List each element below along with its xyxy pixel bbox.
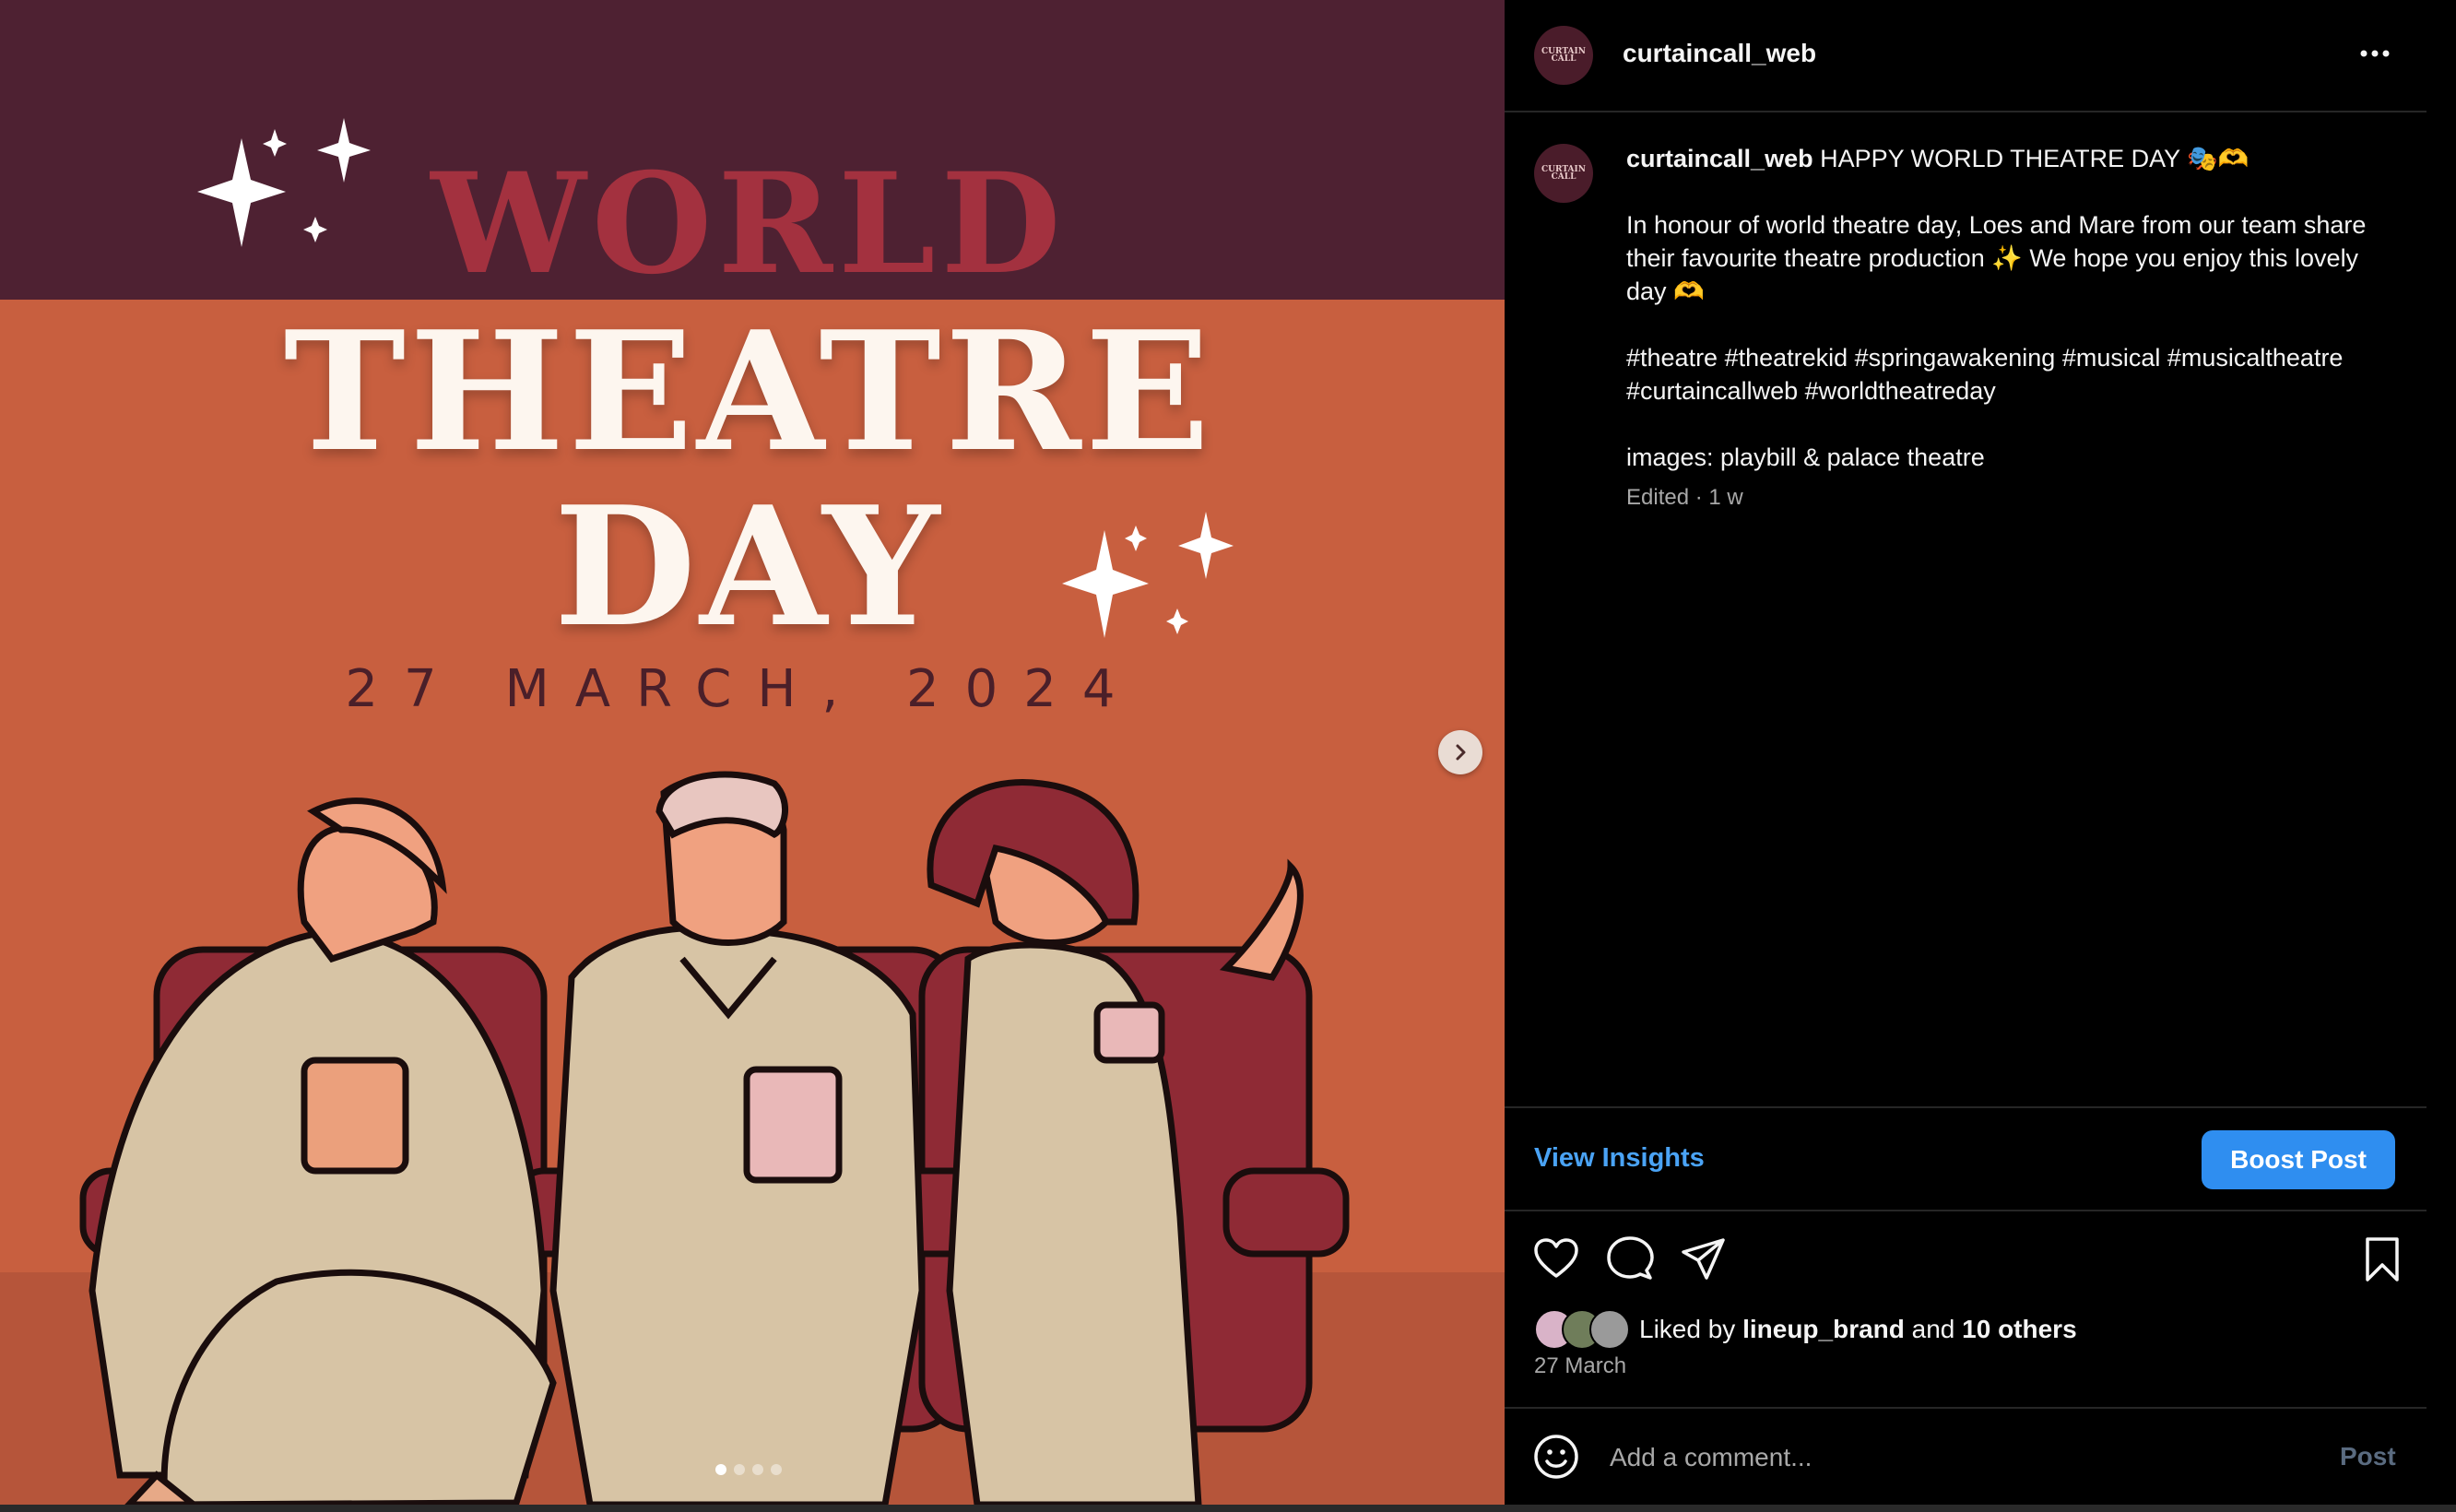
sparkle-icon	[1062, 512, 1234, 638]
divider	[1505, 1210, 2426, 1211]
save-bookmark-icon[interactable]	[2358, 1235, 2406, 1283]
share-icon[interactable]	[1680, 1235, 1728, 1283]
liked-by-middle: and	[1904, 1315, 1963, 1343]
chevron-right-icon	[1456, 744, 1466, 761]
page-bottom-edge	[0, 1505, 2456, 1512]
liker-avatar[interactable]	[1589, 1309, 1630, 1350]
caption-avatar[interactable]: CURTAIN CALL	[1534, 144, 1593, 203]
header-username[interactable]: curtaincall_web	[1623, 39, 1816, 68]
divider	[1505, 1106, 2426, 1108]
carousel-indicator	[715, 1464, 782, 1475]
avatar-logo: CURTAIN CALL	[1541, 47, 1586, 64]
post-details-panel: CURTAIN CALL curtaincall_web CURTAIN CALL …	[1505, 0, 2426, 1505]
liked-by-user[interactable]: lineup_brand	[1742, 1315, 1905, 1343]
caption-meta: Edited · 1 w	[1626, 485, 1743, 510]
caption-username[interactable]: curtaincall_web	[1626, 145, 1813, 172]
caption-body: HAPPY WORLD THEATRE DAY 🎭🫶 In honour of …	[1626, 145, 2367, 471]
liked-by-prefix: Liked by	[1639, 1315, 1743, 1343]
person-middle	[549, 771, 926, 1505]
liked-by-others[interactable]: 10 others	[1962, 1315, 2077, 1343]
comment-icon[interactable]	[1606, 1235, 1654, 1283]
carousel-dot	[752, 1464, 763, 1475]
person-left	[89, 797, 557, 1505]
post-date: 27 March	[1534, 1353, 1627, 1378]
liked-by-text[interactable]: Liked by lineup_brand and 10 others	[1639, 1315, 2077, 1344]
post-comment-button[interactable]: Post	[2340, 1442, 2396, 1471]
likes-summary: Liked by lineup_brand and 10 others	[1534, 1309, 2077, 1350]
carousel-dot	[715, 1464, 726, 1475]
caption-text: curtaincall_web HAPPY WORLD THEATRE DAY …	[1626, 142, 2391, 474]
more-options-icon[interactable]	[2353, 39, 2397, 68]
theatre-audience-illustration	[79, 118, 1350, 1505]
emoji-icon[interactable]	[1532, 1433, 1580, 1481]
boost-post-button[interactable]: Boost Post	[2202, 1130, 2395, 1189]
post-image: WORLD THEATRE DAY 27 MARCH, 2024	[0, 0, 1505, 1505]
avatar-logo: CURTAIN CALL	[1541, 165, 1586, 182]
next-slide-button[interactable]	[1438, 730, 1482, 774]
divider	[1505, 111, 2426, 112]
view-insights-link[interactable]: View Insights	[1534, 1143, 1705, 1174]
sparkle-icon	[197, 118, 371, 247]
avatar[interactable]: CURTAIN CALL	[1534, 26, 1593, 85]
heart-icon[interactable]	[1532, 1235, 1580, 1283]
carousel-dot	[734, 1464, 745, 1475]
comment-input[interactable]	[1608, 1435, 2257, 1481]
carousel-dot	[771, 1464, 782, 1475]
divider	[1505, 1407, 2426, 1409]
